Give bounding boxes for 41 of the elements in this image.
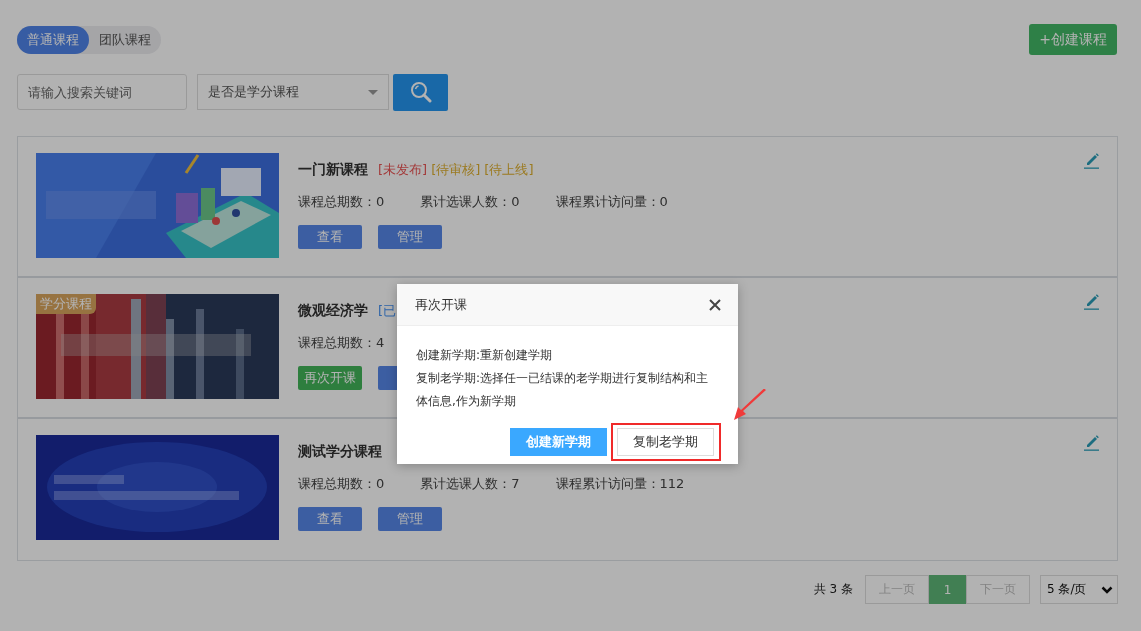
search-button[interactable] <box>393 73 448 111</box>
edit-icon[interactable] <box>1083 152 1100 169</box>
course-stat: 课程总期数：0 <box>298 475 385 493</box>
search-field[interactable]: 请输入搜索关键词 <box>17 74 187 110</box>
course-action-button[interactable]: 再次开课 <box>298 366 362 390</box>
edit-icon[interactable] <box>1083 293 1100 310</box>
course-stat: 课程总期数：0 <box>298 193 385 211</box>
course-title: 测试学分课程 <box>298 443 382 461</box>
edit-icon[interactable] <box>1083 434 1100 451</box>
total-count: 共 3 条 <box>813 581 853 598</box>
pointer-arrow <box>733 389 767 421</box>
course-title: 微观经济学 <box>298 302 368 320</box>
dialog-text: 创建新学期:重新创建学期 <box>416 347 554 364</box>
chevron-down-icon <box>1101 585 1113 594</box>
course-stat: 累计选课人数：0 <box>420 193 520 211</box>
course-action-button[interactable]: 管理 <box>378 225 442 249</box>
status-tag: [待上线] <box>484 161 534 179</box>
dialog-button[interactable]: 复制老学期 <box>617 428 714 456</box>
search-icon <box>409 81 432 103</box>
close-icon[interactable] <box>709 298 721 311</box>
course-title: 一门新课程 <box>298 161 368 179</box>
create-course-button[interactable]: +创建课程 <box>1029 24 1117 55</box>
credit-filter-dropdown[interactable]: 是否是学分课程 <box>197 74 389 110</box>
status-tag: [未发布] <box>378 161 428 179</box>
page-size-dropdown[interactable]: 5 条/页 <box>1040 575 1118 604</box>
status-tag: [已 <box>378 302 397 320</box>
credit-badge: 学分课程 <box>36 294 96 314</box>
dialog-button[interactable]: 创建新学期 <box>510 428 607 456</box>
dialog-title: 再次开课 <box>415 295 467 314</box>
course-action-button[interactable]: 管理 <box>378 507 442 531</box>
course-stat: 课程累计访问量：0 <box>555 193 668 211</box>
course-stat: 累计选课人数：7 <box>420 475 520 493</box>
course-stat: 课程累计访问量：112 <box>555 475 685 493</box>
course-stat: 课程总期数：4 <box>298 334 385 352</box>
status-tag: [待审核] <box>431 161 481 179</box>
course-action-button[interactable]: 查看 <box>298 225 362 249</box>
dialog-text: 复制老学期:选择任一已结课的老学期进行复制结构和主体信息,作为新学期 <box>416 370 710 410</box>
course-tab[interactable]: 团队课程 <box>89 25 161 54</box>
page-number-button[interactable]: 1 <box>929 575 966 604</box>
course-tab[interactable]: 普通课程 <box>17 25 89 54</box>
course-action-button[interactable]: 查看 <box>298 507 362 531</box>
